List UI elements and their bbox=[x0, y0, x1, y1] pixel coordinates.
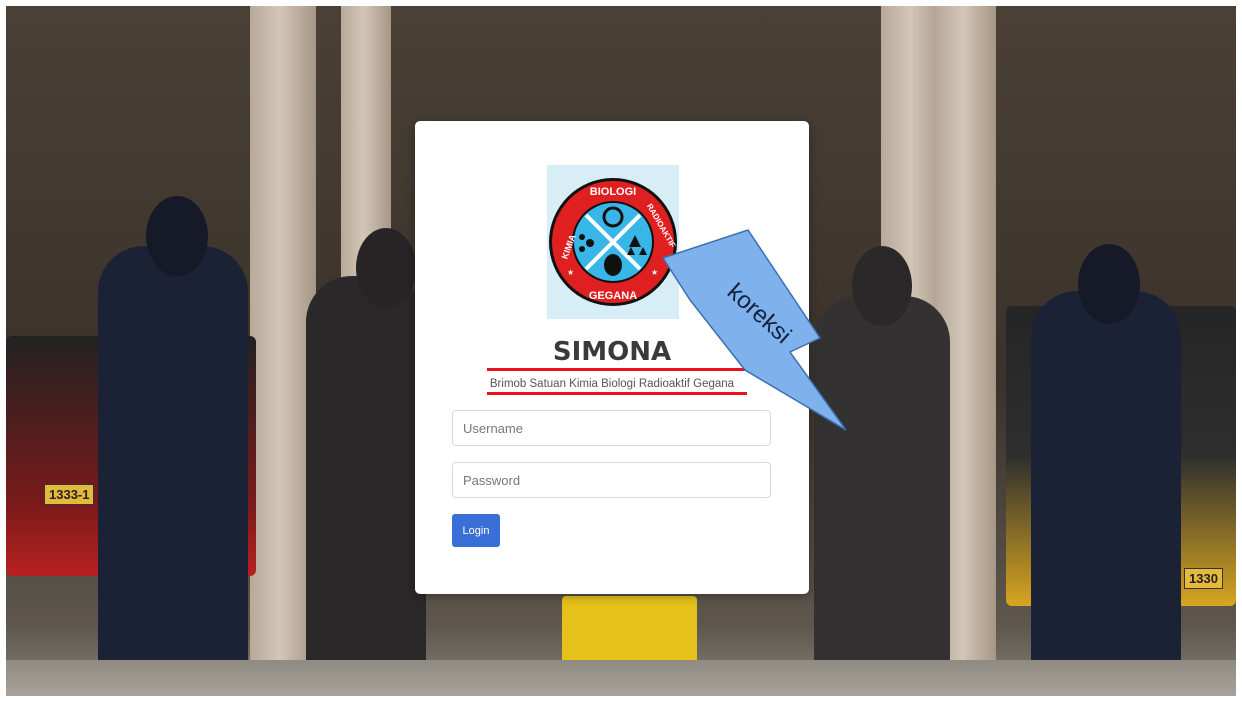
officer-figure bbox=[98, 246, 248, 696]
annotation-underline-top bbox=[487, 368, 747, 371]
password-input[interactable] bbox=[452, 462, 771, 498]
license-plate-left: 1333-1 bbox=[44, 484, 95, 505]
logo-text-top: BIOLOGI bbox=[590, 186, 636, 198]
officer-head bbox=[146, 196, 208, 276]
annotation-underline-bottom bbox=[487, 392, 747, 395]
login-button[interactable]: Login bbox=[452, 514, 500, 547]
username-input[interactable] bbox=[452, 410, 771, 446]
hazmat-figure bbox=[306, 276, 426, 696]
app-subtitle: Brimob Satuan Kimia Biologi Radioaktif G… bbox=[489, 378, 735, 390]
hazmat-figure bbox=[814, 296, 950, 696]
officer-figure bbox=[1031, 291, 1181, 696]
officer-head bbox=[1078, 244, 1140, 324]
hazmat-head bbox=[852, 246, 912, 326]
license-plate-right: 1330 bbox=[1184, 568, 1223, 589]
floor bbox=[6, 660, 1236, 696]
gegana-logo: BIOLOGI KIMIA RADIOAKTIF GEGANA ★ ★ bbox=[547, 165, 679, 319]
login-card: BIOLOGI KIMIA RADIOAKTIF GEGANA ★ ★ SIMO… bbox=[415, 121, 809, 594]
hazmat-head bbox=[356, 228, 416, 308]
app-title: SIMONA bbox=[552, 337, 672, 367]
star-icon: ★ bbox=[567, 268, 574, 277]
star-icon: ★ bbox=[651, 268, 658, 277]
logo-text-bottom: GEGANA bbox=[589, 290, 637, 302]
